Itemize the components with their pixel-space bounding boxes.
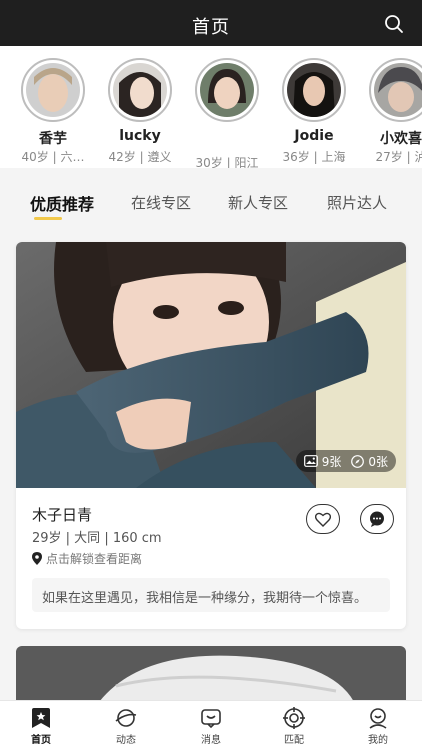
message-icon <box>201 709 221 729</box>
story-name: 小欢喜 <box>380 131 422 147</box>
story-name: Jodie <box>294 128 334 144</box>
nav-match[interactable]: 匹配 <box>264 707 324 746</box>
distance-text: 点击解锁查看距离 <box>46 552 143 566</box>
tab-label: 优质推荐 <box>30 195 95 214</box>
nav-messages[interactable]: 消息 <box>181 707 241 746</box>
distance-unlock[interactable]: 点击解锁查看距离 <box>32 550 142 567</box>
chat-button[interactable] <box>360 504 394 534</box>
tab-label: 照片达人 <box>327 194 388 212</box>
story-meta: 30岁 | 阳江 <box>195 156 259 168</box>
planet-icon <box>115 709 137 727</box>
story-item[interactable]: 小欢喜 27岁 | 泸 <box>358 58 422 165</box>
location-pin-icon <box>32 552 42 565</box>
bottom-navigation: 首页 动态 消息 匹配 我的 <box>0 700 422 750</box>
search-icon[interactable] <box>384 14 404 34</box>
user-face-icon <box>369 708 387 729</box>
story-name: 香芋 <box>39 131 67 147</box>
app-root: 首页 香芋 40岁 | 六… lucky 42岁 | 遵义 30岁 | 阳江 J… <box>0 0 422 750</box>
home-star-icon <box>32 708 50 728</box>
tab-quality-recommend[interactable]: 优质推荐 <box>30 191 95 220</box>
user-quote: 如果在这里遇见，我相信是一种缘分，我期待一个惊喜。 <box>32 578 390 612</box>
photo-icon <box>303 455 318 467</box>
nav-moments[interactable]: 动态 <box>96 707 156 746</box>
page-title: 首页 <box>192 17 230 38</box>
story-name <box>184 128 270 146</box>
story-meta: 40岁 | 六… <box>21 150 85 164</box>
tab-online[interactable]: 在线专区 <box>131 192 191 213</box>
nav-label: 匹配 <box>284 735 304 746</box>
avatar <box>195 58 259 122</box>
video-count: 0张 <box>368 454 388 469</box>
profile-card[interactable]: 9张 0张 木子日青 29岁 | 大同 | 160 cm 点击解锁查看距离 如果… <box>16 242 406 629</box>
story-meta: 27岁 | 泸 <box>375 150 422 164</box>
like-button[interactable] <box>306 504 340 534</box>
profile-photo[interactable]: 9张 0张 <box>16 242 406 488</box>
top-bar: 首页 <box>0 0 422 46</box>
nav-label: 消息 <box>201 735 221 746</box>
story-item[interactable]: 香芋 40岁 | 六… <box>10 58 96 165</box>
recommended-users-row: 香芋 40岁 | 六… lucky 42岁 | 遵义 30岁 | 阳江 Jodi… <box>0 46 422 168</box>
nav-label: 首页 <box>31 735 51 746</box>
category-tabs: 优质推荐 在线专区 新人专区 照片达人 <box>0 176 422 224</box>
tab-active-indicator <box>34 217 62 220</box>
target-icon <box>283 707 305 729</box>
avatar <box>108 58 172 122</box>
story-item[interactable]: lucky 42岁 | 遵义 <box>97 58 183 165</box>
heart-icon <box>315 512 331 527</box>
avatar <box>369 58 422 122</box>
user-name: 木子日青 <box>32 506 93 524</box>
story-meta: 36岁 | 上海 <box>282 150 346 164</box>
nav-label: 动态 <box>116 735 136 746</box>
profile-card-next[interactable] <box>16 646 406 706</box>
avatar <box>21 58 85 122</box>
story-item[interactable]: Jodie 36岁 | 上海 <box>271 58 357 165</box>
nav-profile[interactable]: 我的 <box>348 707 408 746</box>
photo-count: 9张 <box>321 454 342 469</box>
media-count-badge: 9张 0张 <box>295 450 396 472</box>
story-item[interactable]: 30岁 | 阳江 <box>184 58 270 168</box>
avatar <box>282 58 346 122</box>
nav-home[interactable]: 首页 <box>11 707 71 746</box>
user-info: 29岁 | 大同 | 160 cm <box>32 531 162 546</box>
story-meta: 42岁 | 遵义 <box>108 150 172 164</box>
story-name: lucky <box>119 128 161 144</box>
nav-label: 我的 <box>368 735 388 746</box>
tab-newcomers[interactable]: 新人专区 <box>228 192 288 213</box>
tab-label: 新人专区 <box>228 194 289 212</box>
chat-bubble-icon <box>370 511 384 527</box>
tab-photo-stars[interactable]: 照片达人 <box>327 192 387 213</box>
compass-icon <box>351 454 365 468</box>
tab-label: 在线专区 <box>131 194 192 212</box>
